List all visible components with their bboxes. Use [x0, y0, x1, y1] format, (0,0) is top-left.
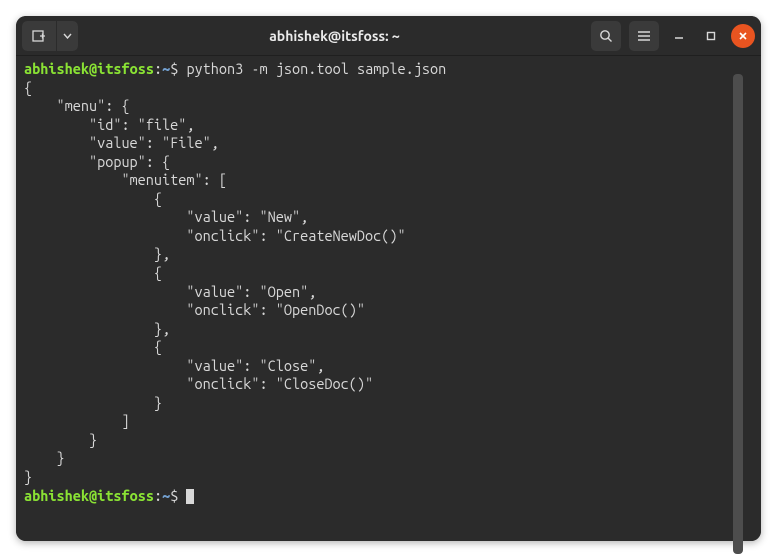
prompt-host: itsfoss: [97, 60, 154, 77]
tab-menu-button[interactable]: [56, 21, 78, 51]
prompt-user: abhishek: [24, 60, 89, 77]
menu-button[interactable]: [629, 21, 659, 51]
search-button[interactable]: [591, 21, 621, 51]
prompt-path-2: ~: [162, 487, 170, 504]
command-text: python3 -m json.tool sample.json: [186, 60, 446, 77]
prompt-path: ~: [162, 60, 170, 77]
search-icon: [599, 29, 613, 43]
scrollbar[interactable]: [733, 74, 743, 554]
hamburger-icon: [637, 30, 651, 42]
new-tab-icon: [32, 29, 46, 43]
output-text: { "menu": { "id": "file", "value": "File…: [24, 79, 406, 485]
close-button[interactable]: [731, 24, 755, 48]
titlebar-right-controls: [591, 21, 755, 51]
new-tab-button[interactable]: [22, 21, 56, 51]
close-icon: [738, 31, 748, 41]
chevron-down-icon: [63, 33, 72, 39]
titlebar: abhishek@itsfoss: ~: [16, 16, 761, 56]
window-title: abhishek@itsfoss: ~: [82, 28, 587, 44]
maximize-button[interactable]: [699, 24, 723, 48]
titlebar-left-controls: [22, 21, 78, 51]
minimize-button[interactable]: [667, 24, 691, 48]
terminal-output[interactable]: abhishek@itsfoss:~$ python3 -m json.tool…: [16, 56, 761, 541]
terminal-window: abhishek@itsfoss: ~: [16, 16, 761, 541]
prompt-host-2: itsfoss: [97, 487, 154, 504]
maximize-icon: [706, 31, 716, 41]
minimize-icon: [674, 31, 684, 41]
cursor: [186, 489, 194, 504]
prompt-user-2: abhishek: [24, 487, 89, 504]
